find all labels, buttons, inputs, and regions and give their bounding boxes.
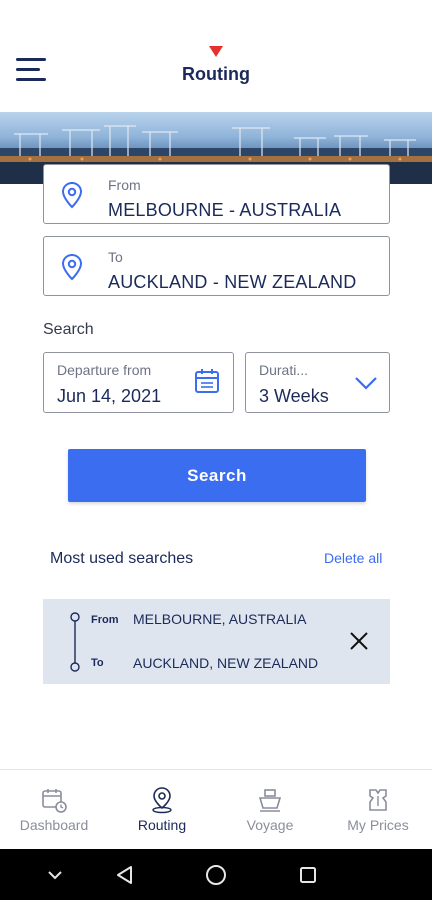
from-location-field[interactable]: From MELBOURNE - AUSTRALIA	[43, 164, 390, 224]
routing-pin-icon	[152, 787, 172, 814]
recents-icon[interactable]	[296, 863, 320, 887]
nav-label-dashboard: Dashboard	[19, 817, 89, 833]
recent-search-item[interactable]: From MELBOURNE, AUSTRALIA To AUCKLAND, N…	[43, 599, 390, 684]
to-location-field[interactable]: To AUCKLAND - NEW ZEALAND	[43, 236, 390, 296]
nav-item-my-prices[interactable]: My Prices	[324, 770, 432, 849]
nav-label-routing: Routing	[137, 817, 187, 833]
recent-from-value: MELBOURNE, AUSTRALIA	[133, 611, 307, 627]
app-header: Routing	[0, 0, 432, 112]
chevron-down-icon[interactable]	[43, 863, 67, 887]
page-title: Routing	[182, 64, 250, 84]
departure-date-field[interactable]: Departure from Jun 14, 2021	[43, 352, 234, 413]
ship-icon	[258, 789, 282, 812]
recent-to-value: AUCKLAND, NEW ZEALAND	[133, 655, 319, 671]
duration-value: 3 Weeks	[259, 386, 329, 406]
most-used-searches-title: Most used searches	[50, 550, 194, 567]
routing-screen: Routing From MELBOURNE - AUSTRALIA To AU…	[0, 0, 432, 900]
back-icon[interactable]	[113, 863, 137, 887]
bottom-navigation: Dashboard Routing Voyage My Prices	[0, 769, 432, 849]
from-label: From	[108, 177, 141, 193]
home-icon[interactable]	[204, 863, 228, 887]
android-system-bar	[0, 849, 432, 900]
recent-to-label: To	[91, 657, 104, 669]
price-tag-icon	[369, 789, 387, 811]
to-value: AUCKLAND - NEW ZEALAND	[108, 272, 357, 292]
from-value: MELBOURNE - AUSTRALIA	[108, 200, 342, 220]
departure-value: Jun 14, 2021	[57, 386, 162, 406]
dashboard-calendar-icon	[42, 789, 67, 813]
nav-label-voyage: Voyage	[246, 817, 294, 833]
duration-label: Durati...	[259, 362, 309, 378]
delete-all-link[interactable]: Delete all	[324, 550, 382, 566]
nav-item-dashboard[interactable]: Dashboard	[0, 770, 108, 849]
close-icon[interactable]	[348, 630, 370, 652]
search-section-label: Search	[43, 321, 94, 338]
to-label: To	[108, 249, 123, 265]
location-pin-icon	[61, 181, 83, 209]
nav-item-routing[interactable]: Routing	[108, 770, 216, 849]
recent-from-label: From	[91, 614, 119, 626]
nav-item-voyage[interactable]: Voyage	[216, 770, 324, 849]
departure-label: Departure from	[57, 362, 152, 378]
nav-label-my-prices: My Prices	[347, 817, 409, 833]
chevron-down-icon[interactable]	[354, 376, 378, 390]
route-line-icon	[70, 612, 80, 672]
location-pin-icon	[61, 253, 83, 281]
duration-select[interactable]: Durati... 3 Weeks	[245, 352, 390, 413]
brand-triangle-icon	[209, 46, 223, 57]
calendar-icon[interactable]	[194, 368, 220, 394]
search-button[interactable]: Search	[68, 449, 366, 502]
